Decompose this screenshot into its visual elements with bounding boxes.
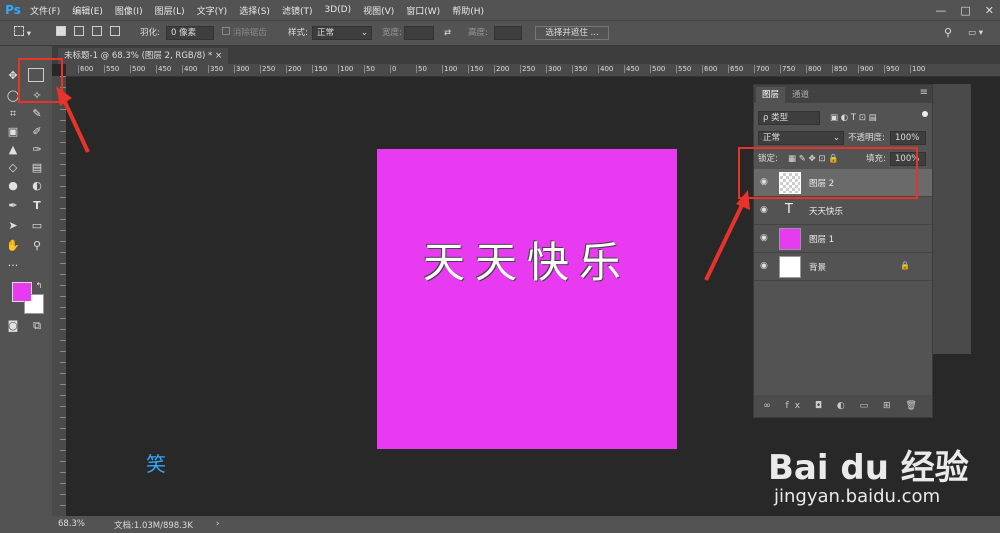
- arrow-to-layer: [704, 190, 750, 281]
- annotation-arrows: [56, 86, 750, 281]
- arrow-to-marquee: [56, 86, 90, 153]
